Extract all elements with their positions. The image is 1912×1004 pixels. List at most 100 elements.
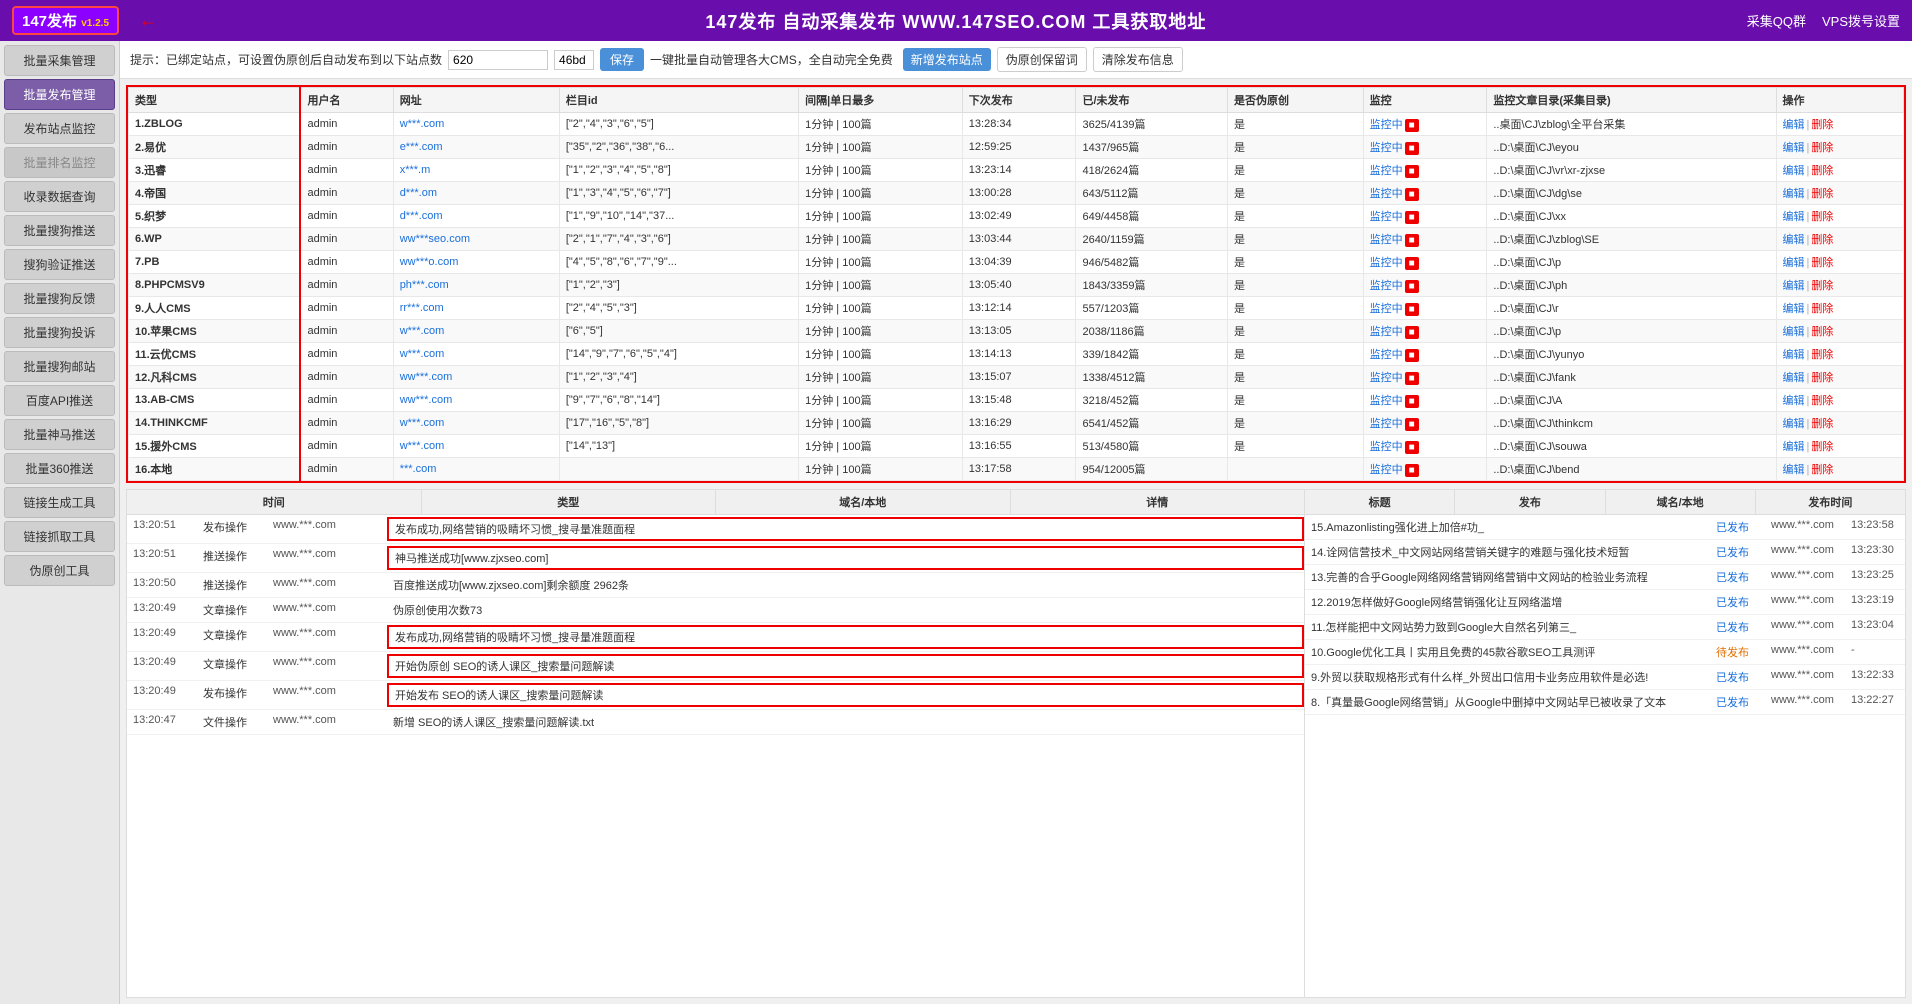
monitor-link[interactable]: 监控中 bbox=[1370, 234, 1403, 246]
monitor-badge[interactable]: ■ bbox=[1405, 142, 1419, 155]
sidebar-item-publish[interactable]: 批量发布管理 bbox=[4, 79, 115, 110]
monitor-link[interactable]: 监控中 bbox=[1370, 418, 1403, 430]
monitor-badge[interactable]: ■ bbox=[1405, 119, 1419, 132]
monitor-link[interactable]: 监控中 bbox=[1370, 211, 1403, 223]
site-url-link[interactable]: e***.com bbox=[400, 141, 443, 153]
edit-link[interactable]: 编辑 bbox=[1783, 372, 1805, 384]
site-url-link[interactable]: w***.com bbox=[400, 348, 445, 360]
qq-group-link[interactable]: 采集QQ群 bbox=[1747, 11, 1806, 30]
monitor-link[interactable]: 监控中 bbox=[1370, 464, 1403, 476]
monitor-badge[interactable]: ■ bbox=[1405, 211, 1419, 224]
delete-link[interactable]: 删除 bbox=[1811, 234, 1833, 246]
monitor-link[interactable]: 监控中 bbox=[1370, 441, 1403, 453]
token-input[interactable] bbox=[448, 50, 548, 70]
delete-link[interactable]: 删除 bbox=[1811, 418, 1833, 430]
delete-link[interactable]: 删除 bbox=[1811, 257, 1833, 269]
sidebar-item-sogou-push[interactable]: 批量搜狗推送 bbox=[4, 215, 115, 246]
site-url-link[interactable]: ww***o.com bbox=[400, 256, 459, 268]
delete-link[interactable]: 删除 bbox=[1811, 395, 1833, 407]
edit-link[interactable]: 编辑 bbox=[1783, 142, 1805, 154]
vps-settings-link[interactable]: VPS拨号设置 bbox=[1822, 11, 1900, 30]
delete-link[interactable]: 删除 bbox=[1811, 349, 1833, 361]
new-site-button[interactable]: 新增发布站点 bbox=[903, 48, 991, 71]
edit-link[interactable]: 编辑 bbox=[1783, 165, 1805, 177]
delete-link[interactable]: 删除 bbox=[1811, 372, 1833, 384]
edit-link[interactable]: 编辑 bbox=[1783, 234, 1805, 246]
delete-link[interactable]: 删除 bbox=[1811, 441, 1833, 453]
monitor-badge[interactable]: ■ bbox=[1405, 234, 1419, 247]
edit-link[interactable]: 编辑 bbox=[1783, 280, 1805, 292]
save-button[interactable]: 保存 bbox=[600, 48, 644, 71]
sidebar-item-records[interactable]: 收录数据查询 bbox=[4, 181, 115, 212]
site-url-link[interactable]: rr***.com bbox=[400, 302, 444, 314]
monitor-link[interactable]: 监控中 bbox=[1370, 142, 1403, 154]
sidebar-item-sogou-complaint[interactable]: 批量搜狗投诉 bbox=[4, 317, 115, 348]
monitor-link[interactable]: 监控中 bbox=[1370, 119, 1403, 131]
sidebar-item-shenma-push[interactable]: 批量神马推送 bbox=[4, 419, 115, 450]
monitor-badge[interactable]: ■ bbox=[1405, 441, 1419, 454]
delete-link[interactable]: 删除 bbox=[1811, 280, 1833, 292]
delete-link[interactable]: 删除 bbox=[1811, 211, 1833, 223]
monitor-badge[interactable]: ■ bbox=[1405, 372, 1419, 385]
site-url-link[interactable]: w***.com bbox=[400, 118, 445, 130]
edit-link[interactable]: 编辑 bbox=[1783, 464, 1805, 476]
delete-link[interactable]: 删除 bbox=[1811, 303, 1833, 315]
delete-link[interactable]: 删除 bbox=[1811, 326, 1833, 338]
clear-info-button[interactable]: 清除发布信息 bbox=[1093, 47, 1183, 72]
site-url-link[interactable]: ww***seo.com bbox=[400, 233, 470, 245]
edit-link[interactable]: 编辑 bbox=[1783, 326, 1805, 338]
pseudo-keep-button[interactable]: 伪原创保留词 bbox=[997, 47, 1087, 72]
monitor-badge[interactable]: ■ bbox=[1405, 165, 1419, 178]
monitor-badge[interactable]: ■ bbox=[1405, 418, 1419, 431]
site-url-link[interactable]: w***.com bbox=[400, 417, 445, 429]
monitor-badge[interactable]: ■ bbox=[1405, 188, 1419, 201]
delete-link[interactable]: 删除 bbox=[1811, 464, 1833, 476]
delete-link[interactable]: 删除 bbox=[1811, 142, 1833, 154]
sidebar-item-collect[interactable]: 批量采集管理 bbox=[4, 45, 115, 76]
monitor-badge[interactable]: ■ bbox=[1405, 464, 1419, 477]
monitor-badge[interactable]: ■ bbox=[1405, 303, 1419, 316]
edit-link[interactable]: 编辑 bbox=[1783, 418, 1805, 430]
monitor-link[interactable]: 监控中 bbox=[1370, 303, 1403, 315]
edit-link[interactable]: 编辑 bbox=[1783, 349, 1805, 361]
edit-link[interactable]: 编辑 bbox=[1783, 119, 1805, 131]
monitor-link[interactable]: 监控中 bbox=[1370, 326, 1403, 338]
monitor-badge[interactable]: ■ bbox=[1405, 349, 1419, 362]
edit-link[interactable]: 编辑 bbox=[1783, 303, 1805, 315]
monitor-link[interactable]: 监控中 bbox=[1370, 257, 1403, 269]
site-url-link[interactable]: ww***.com bbox=[400, 371, 453, 383]
sidebar-item-sogou-feedback[interactable]: 批量搜狗反馈 bbox=[4, 283, 115, 314]
site-url-link[interactable]: x***.m bbox=[400, 164, 431, 176]
monitor-link[interactable]: 监控中 bbox=[1370, 188, 1403, 200]
monitor-badge[interactable]: ■ bbox=[1405, 395, 1419, 408]
monitor-badge[interactable]: ■ bbox=[1405, 257, 1419, 270]
sidebar-item-baidu-api[interactable]: 百度API推送 bbox=[4, 385, 115, 416]
edit-link[interactable]: 编辑 bbox=[1783, 211, 1805, 223]
edit-link[interactable]: 编辑 bbox=[1783, 257, 1805, 269]
site-url-link[interactable]: d***.com bbox=[400, 210, 443, 222]
delete-link[interactable]: 删除 bbox=[1811, 119, 1833, 131]
sidebar-item-sogou-verify[interactable]: 搜狗验证推送 bbox=[4, 249, 115, 280]
sidebar-item-monitor[interactable]: 发布站点监控 bbox=[4, 113, 115, 144]
site-url-link[interactable]: ***.com bbox=[400, 463, 437, 475]
sidebar-item-link-gen[interactable]: 链接生成工具 bbox=[4, 487, 115, 518]
delete-link[interactable]: 删除 bbox=[1811, 188, 1833, 200]
site-url-link[interactable]: w***.com bbox=[400, 325, 445, 337]
monitor-link[interactable]: 监控中 bbox=[1370, 280, 1403, 292]
site-url-link[interactable]: ph***.com bbox=[400, 279, 449, 291]
site-url-link[interactable]: w***.com bbox=[400, 440, 445, 452]
site-url-link[interactable]: ww***.com bbox=[400, 394, 453, 406]
sidebar-item-link-extract[interactable]: 链接抓取工具 bbox=[4, 521, 115, 552]
delete-link[interactable]: 删除 bbox=[1811, 165, 1833, 177]
edit-link[interactable]: 编辑 bbox=[1783, 441, 1805, 453]
edit-link[interactable]: 编辑 bbox=[1783, 188, 1805, 200]
monitor-link[interactable]: 监控中 bbox=[1370, 165, 1403, 177]
monitor-link[interactable]: 监控中 bbox=[1370, 349, 1403, 361]
edit-link[interactable]: 编辑 bbox=[1783, 395, 1805, 407]
token-num-input[interactable] bbox=[554, 50, 594, 70]
monitor-badge[interactable]: ■ bbox=[1405, 326, 1419, 339]
monitor-link[interactable]: 监控中 bbox=[1370, 372, 1403, 384]
sidebar-item-sogou-mail[interactable]: 批量搜狗邮站 bbox=[4, 351, 115, 382]
monitor-link[interactable]: 监控中 bbox=[1370, 395, 1403, 407]
sidebar-item-pseudo[interactable]: 伪原创工具 bbox=[4, 555, 115, 586]
